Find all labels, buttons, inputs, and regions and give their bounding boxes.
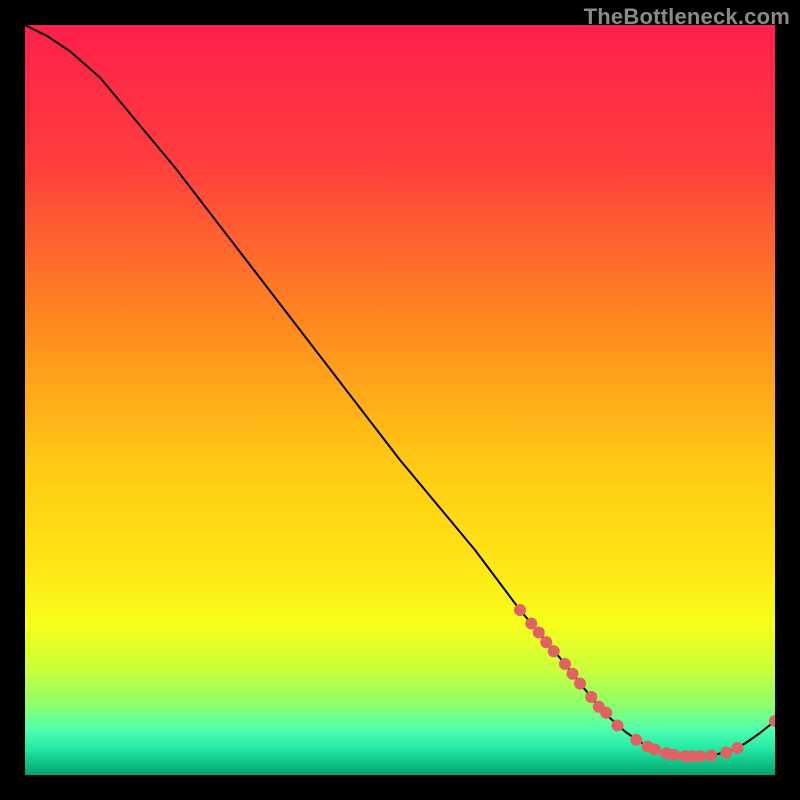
chart-stage: TheBottleneck.com xyxy=(0,0,800,800)
scatter-point xyxy=(612,720,624,732)
scatter-point xyxy=(668,749,680,761)
chart-plot xyxy=(25,25,775,775)
chart-svg xyxy=(25,25,775,775)
scatter-point xyxy=(630,734,642,746)
scatter-point xyxy=(559,658,571,670)
scatter-point xyxy=(548,645,560,657)
chart-background xyxy=(25,25,775,775)
scatter-point xyxy=(533,627,545,639)
scatter-point xyxy=(600,707,612,719)
scatter-point xyxy=(585,691,597,703)
scatter-point xyxy=(514,604,526,616)
scatter-point xyxy=(567,668,579,680)
scatter-point xyxy=(574,678,586,690)
scatter-point xyxy=(649,744,661,756)
scatter-point xyxy=(732,742,744,754)
scatter-point xyxy=(705,750,717,762)
scatter-point xyxy=(720,747,732,759)
scatter-point xyxy=(694,750,706,762)
